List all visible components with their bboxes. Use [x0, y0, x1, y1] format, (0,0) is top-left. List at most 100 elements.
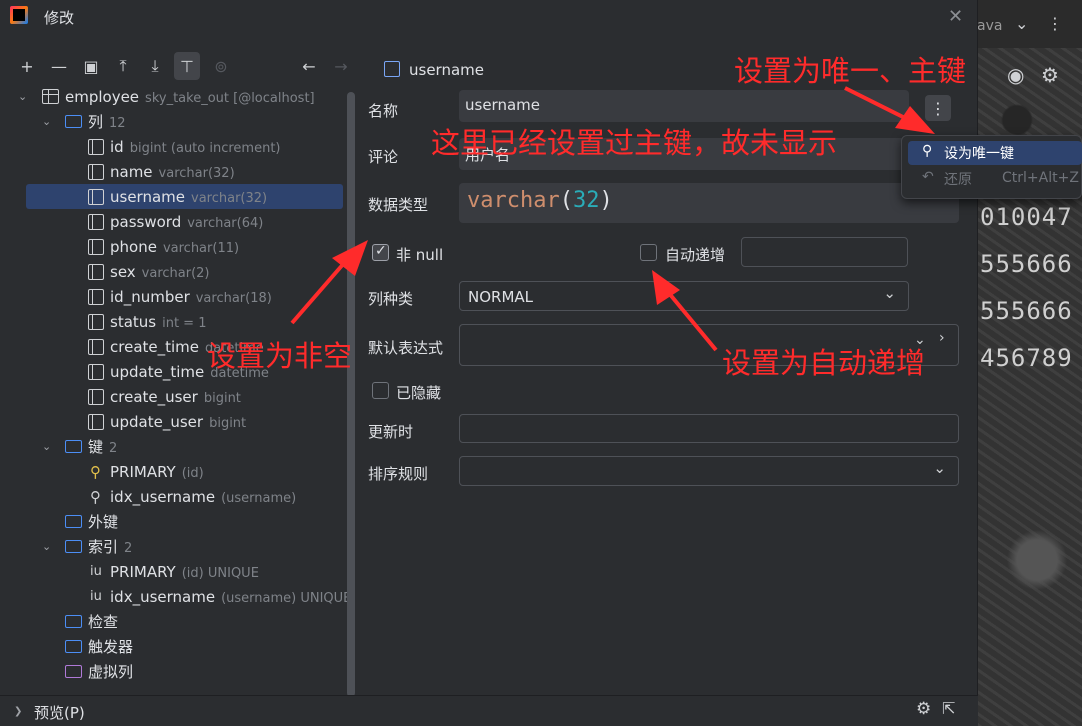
tree-column-row[interactable]: id bigint (auto increment)	[10, 134, 343, 159]
tree-virtual-node[interactable]: 虚拟列	[10, 659, 343, 684]
collation-select[interactable]	[459, 456, 959, 486]
tree-table-node[interactable]: ⌄ employee sky_take_out [@localhost]	[10, 84, 343, 109]
column-name: id_number	[110, 287, 190, 306]
autoincrement-start-field[interactable]	[741, 237, 908, 267]
tree-column-row-selected[interactable]: username varchar(32)	[26, 184, 343, 209]
tree-columns-node[interactable]: ⌄ 列 12	[10, 109, 343, 134]
column-type: varchar(32)	[191, 190, 268, 206]
bg-tab-label: ava	[977, 18, 1003, 34]
column-name: update_time	[110, 362, 205, 381]
autoincrement-label: 自动递增	[665, 246, 726, 264]
fk-label: 外键	[88, 513, 119, 531]
background-topbar: ava ⌄ ⋮	[977, 0, 1082, 48]
menu-item-label: 还原	[944, 172, 972, 188]
folder-icon	[65, 515, 82, 528]
folder-icon	[65, 665, 82, 678]
bg-number: 555666	[980, 297, 1073, 325]
column-name: username	[110, 187, 185, 206]
more-vertical-icon[interactable]: ⋮	[1047, 14, 1063, 33]
name-field[interactable]: username	[459, 90, 909, 122]
remove-icon[interactable]: —	[46, 52, 72, 80]
open-external-icon[interactable]: ⇱	[942, 699, 955, 718]
column-name: phone	[110, 237, 157, 256]
chevron-down-icon[interactable]: ⌄	[1015, 14, 1028, 33]
keys-label: 键	[88, 438, 104, 456]
close-icon[interactable]: ✕	[948, 6, 963, 27]
chevron-right-icon[interactable]: ›	[939, 330, 945, 346]
column-name: update_user	[110, 412, 204, 431]
column-icon	[88, 238, 104, 255]
key-name: PRIMARY	[110, 462, 176, 481]
move-down-icon[interactable]: ⤓	[142, 52, 168, 80]
menu-shortcut: Ctrl+Alt+Z	[1002, 170, 1079, 186]
tree-fk-node[interactable]: 外键	[10, 509, 343, 534]
column-type: varchar(18)	[195, 290, 272, 306]
primary-key-icon: ⚲	[90, 462, 101, 481]
tree-key-row[interactable]: ⚲ PRIMARY (id)	[10, 459, 343, 484]
move-up-icon[interactable]: ⤒	[110, 52, 136, 80]
bg-number: 555666	[980, 250, 1073, 278]
folder-icon	[65, 615, 82, 628]
tree-column-row[interactable]: create_user bigint	[10, 384, 343, 409]
folder-icon	[65, 115, 82, 128]
chevron-down-icon[interactable]: ⌄	[42, 115, 51, 128]
eye-icon[interactable]: ◉	[1007, 63, 1024, 87]
type-paren: )	[599, 188, 613, 213]
column-type: varchar(64)	[187, 215, 264, 231]
menu-item-revert[interactable]: ↶ 还原 Ctrl+Alt+Z	[908, 167, 1082, 191]
hidden-checkbox[interactable]	[372, 382, 389, 399]
bg-number: 010047	[980, 203, 1073, 231]
columns-count: 12	[109, 116, 126, 131]
column-type: bigint (auto increment)	[129, 140, 281, 156]
column-type: int = 1	[162, 315, 207, 331]
chevron-right-icon[interactable]: ❯	[14, 706, 22, 717]
index-detail: (id) UNIQUE	[181, 565, 259, 581]
kind-select[interactable]: NORMAL	[459, 281, 909, 311]
preview-toggle[interactable]: 预览(P)	[34, 702, 85, 723]
columns-icon[interactable]: ▣	[78, 52, 104, 80]
column-icon	[88, 413, 104, 430]
app-root: ava ⌄ ⋮ ◉ ⚙ 010047 555666 555666 456789 …	[0, 0, 1082, 726]
more-options-button[interactable]: ⋮	[925, 95, 951, 121]
tree-keys-node[interactable]: ⌄ 键2	[10, 434, 343, 459]
add-icon[interactable]: +	[14, 52, 40, 80]
index-icon: iu	[90, 564, 102, 579]
autoincrement-checkbox[interactable]	[640, 244, 657, 261]
back-arrow-icon[interactable]: ←	[296, 52, 322, 80]
folder-icon	[65, 640, 82, 653]
annotation-unique-primary: 设置为唯一、主键	[734, 54, 967, 88]
menu-item-set-unique-key[interactable]: ⚲ 设为唯一键	[908, 141, 1082, 165]
tree-trigger-node[interactable]: 触发器	[10, 634, 343, 659]
tree-column-row[interactable]: password varchar(64)	[10, 209, 343, 234]
tree-index-row[interactable]: iu idx_username (username) UNIQUE	[10, 584, 351, 609]
column-name: sex	[110, 262, 136, 281]
table-name: employee	[65, 87, 140, 106]
chevron-down-icon[interactable]: ⌄	[18, 90, 27, 103]
tree-column-row[interactable]: sex varchar(2)	[10, 259, 343, 284]
gear-icon[interactable]: ⚙	[916, 699, 931, 719]
index-label: 索引	[88, 538, 119, 556]
onupdate-field[interactable]	[459, 414, 959, 443]
notnull-checkbox[interactable]	[372, 243, 389, 261]
tree-column-row[interactable]: update_user bigint	[10, 409, 343, 434]
tree-index-row[interactable]: iu PRIMARY (id) UNIQUE	[10, 559, 343, 584]
tree-column-row[interactable]: id_number varchar(18)	[10, 284, 343, 309]
pin-top-icon[interactable]: ⊤	[174, 52, 200, 80]
type-length: 32	[572, 188, 600, 213]
gear-icon[interactable]: ⚙	[1041, 63, 1059, 87]
key-detail: (id)	[181, 465, 204, 481]
index-count: 2	[124, 541, 133, 556]
tag-icon[interactable]: ⊚	[208, 52, 234, 80]
tree-index-node[interactable]: ⌄ 索引 2	[10, 534, 343, 559]
chevron-down-icon[interactable]: ⌄	[42, 540, 51, 553]
tree-check-node[interactable]: 检查	[10, 609, 343, 634]
tree-column-row[interactable]: name varchar(32)	[10, 159, 343, 184]
column-icon	[88, 363, 104, 380]
tree-column-row[interactable]: status int = 1	[10, 309, 343, 334]
tree-key-row[interactable]: ⚲ idx_username (username)	[10, 484, 343, 509]
chevron-down-icon[interactable]: ⌄	[42, 440, 51, 453]
tree-column-row[interactable]: phone varchar(11)	[10, 234, 343, 259]
scrollbar-thumb[interactable]	[347, 92, 355, 697]
datatype-field[interactable]: varchar(32)	[459, 183, 959, 223]
context-menu: ⚲ 设为唯一键 ↶ 还原 Ctrl+Alt+Z	[901, 135, 1082, 199]
